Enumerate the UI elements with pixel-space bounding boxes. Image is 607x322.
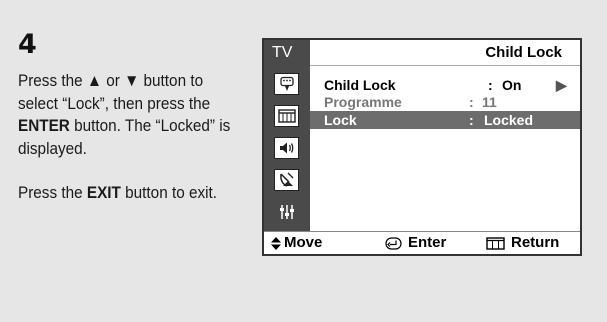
instructions: Press the ▲ or ▼ button to select “Lock”…: [18, 70, 234, 205]
setup-icon[interactable]: [274, 201, 299, 223]
return-label: Return: [511, 234, 560, 251]
osd-sidebar: [264, 65, 310, 231]
instruction-paragraph-2: Press the EXIT button to exit.: [18, 183, 218, 202]
row-label: Lock: [324, 112, 357, 128]
menu-row-programme[interactable]: Programme : 11: [310, 93, 580, 111]
row-value: Locked: [484, 112, 534, 128]
channel-icon[interactable]: [274, 105, 299, 127]
up-down-icon: [271, 237, 281, 250]
move-label: Move: [284, 234, 323, 251]
step-number: 4: [18, 29, 37, 60]
source-label: TV: [264, 40, 310, 65]
row-label: Child Lock: [324, 77, 396, 93]
menu-row-child-lock[interactable]: Child Lock : On ▶: [310, 76, 580, 94]
row-value: On: [502, 77, 522, 93]
enter-icon: [385, 237, 402, 250]
menu-title: Child Lock: [485, 44, 562, 61]
chevron-right-icon: ▶: [556, 77, 567, 93]
instruction-paragraph-1: Press the ▲ or ▼ button to select “Lock”…: [18, 71, 231, 158]
sound-icon[interactable]: [274, 137, 299, 159]
menu-row-lock[interactable]: Lock : Locked: [310, 111, 580, 129]
return-icon: [486, 237, 505, 250]
antenna-icon[interactable]: [274, 169, 299, 191]
down-arrow-icon: ▼: [124, 71, 140, 90]
up-arrow-icon: ▲: [86, 71, 103, 90]
row-label: Programme: [324, 94, 402, 110]
osd-header: TV Child Lock: [264, 40, 580, 65]
osd-menu: TV Child Lock Child Lock : On ▶ Programm…: [262, 38, 582, 256]
enter-label: Enter: [408, 234, 447, 251]
osd-footer: Move Enter Return: [264, 231, 580, 255]
row-value: 11: [482, 94, 497, 110]
picture-icon[interactable]: [274, 73, 299, 95]
